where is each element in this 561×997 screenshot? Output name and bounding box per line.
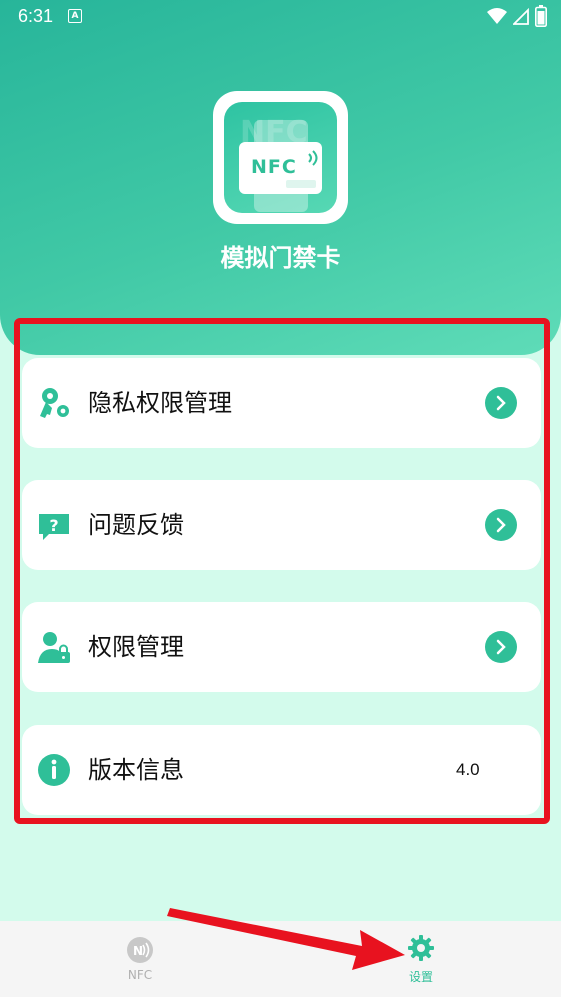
app-logo: NFC NFC [213,91,348,224]
gear-icon [408,935,434,961]
tab-label: NFC [127,968,153,982]
wifi-icon [487,8,507,24]
nfc-icon: N [127,937,153,963]
status-time: 6:31 [18,6,54,26]
status-icons [487,5,547,27]
tab-nfc[interactable]: N NFC [80,921,200,997]
bottom-nav: N NFC 设置 [0,921,561,997]
status-bar: 6:31 A [0,0,561,34]
svg-text:N: N [133,944,143,958]
app-icon-label: NFC [251,156,297,178]
notification-icon: A [68,9,82,23]
tab-label: 设置 [408,970,433,984]
signal-icon [513,7,529,25]
battery-icon [535,5,547,27]
app-title: 模拟门禁卡 [220,244,341,272]
annotation-highlight-box [14,318,550,824]
tab-settings[interactable]: 设置 [361,921,481,997]
